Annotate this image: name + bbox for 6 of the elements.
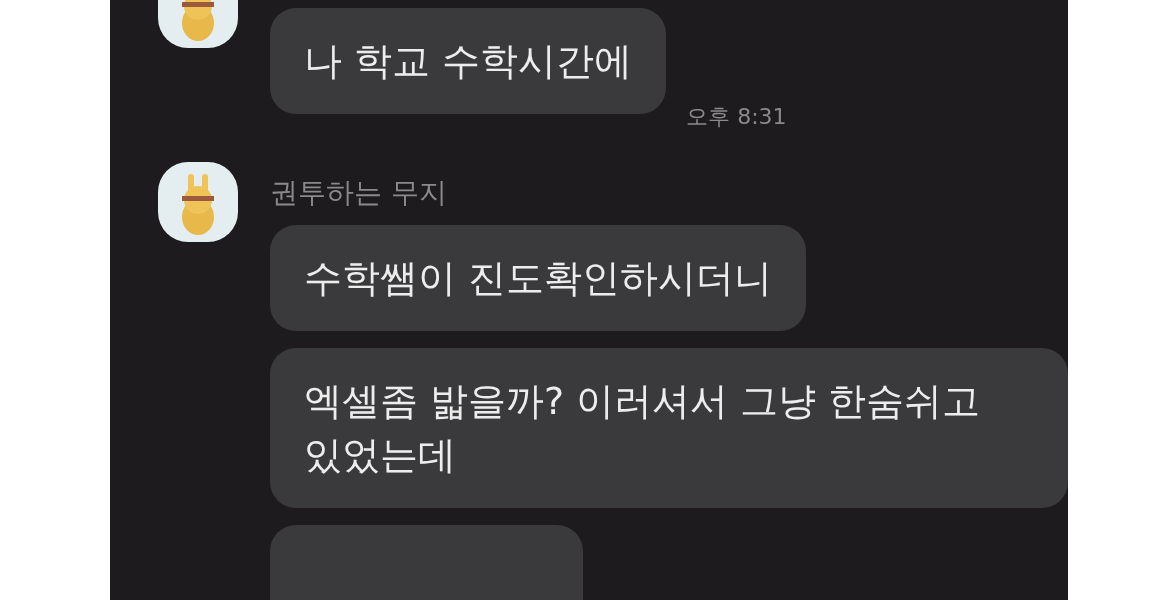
sender-name: 권투하는 무지	[270, 175, 448, 211]
avatar-icon[interactable]	[158, 162, 238, 242]
message-time: 오후 8:31	[686, 103, 787, 131]
message-bubble: 수학쌤이 진도확인하시더니	[270, 225, 807, 331]
message-bubble: 엑셀좀 밟을까? 이러셔서 그냥 한숨쉬고 있었는데	[270, 348, 1068, 508]
message-bubble: 나 학교 수학시간에	[270, 8, 667, 114]
